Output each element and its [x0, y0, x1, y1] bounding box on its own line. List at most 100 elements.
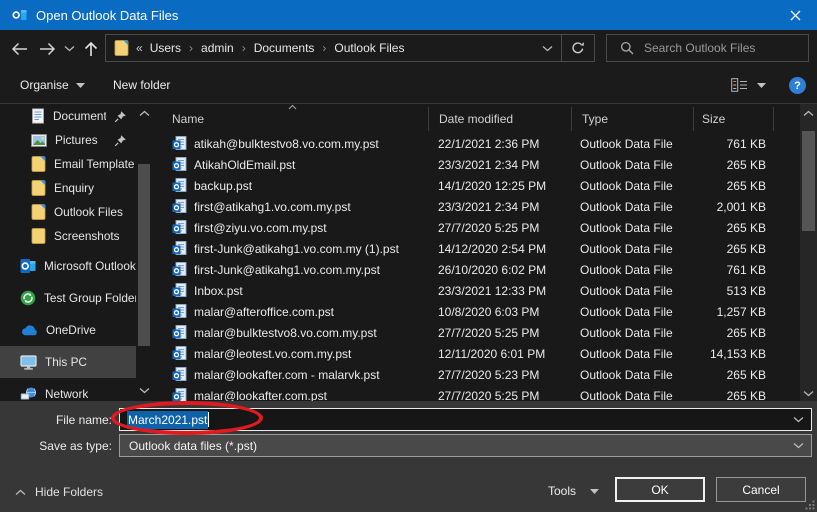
pin-icon [114, 110, 127, 123]
file-row[interactable]: AtikahOldEmail.pst23/3/2021 2:34 PMOutlo… [160, 154, 800, 175]
sidebar-item-network[interactable]: Network [0, 378, 136, 402]
sidebar-item-documents[interactable]: Documents [0, 104, 136, 128]
folder-icon [31, 228, 46, 244]
file-row[interactable]: malar@lookafter.com - malarvk.pst27/7/20… [160, 364, 800, 385]
help-button[interactable]: ? [789, 77, 806, 94]
dialog-footer: File name: March2021.pst Save as type: O… [0, 401, 817, 512]
sidebar-item-test-group-folder[interactable]: Test Group Folder [0, 282, 136, 314]
column-header-name[interactable]: Name [160, 107, 428, 131]
file-date-cell: 26/10/2020 6:02 PM [428, 263, 571, 277]
file-type-cell: Outlook Data File [571, 200, 693, 214]
back-button[interactable] [6, 30, 32, 67]
sidebar-scrollbar[interactable] [137, 104, 151, 402]
sidebar-item-this-pc[interactable]: This PC [0, 346, 136, 378]
file-row[interactable]: first@ziyu.vo.com.my.pst27/7/2020 5:25 P… [160, 217, 800, 238]
file-row[interactable]: first-Junk@atikahg1.vo.com.my.pst 26/10/2… [160, 259, 800, 280]
breadcrumb-segment-documents[interactable]: Documents [254, 41, 315, 55]
save-as-type-select[interactable]: Outlook data files (*.pst) [119, 434, 812, 457]
sidebar-item-pictures[interactable]: Pictures [0, 128, 136, 152]
breadcrumb[interactable]: « Users›admin›Documents›Outlook Files [105, 34, 595, 62]
file-list-scrollbar[interactable] [800, 104, 817, 402]
file-date-cell: 27/7/2020 5:25 PM [428, 326, 571, 340]
file-row[interactable]: malar@bulktestvo8.vo.com.my.pst27/7/2020… [160, 322, 800, 343]
sidebar-item-label: Pictures [55, 133, 98, 147]
file-name-label: File name: [0, 413, 112, 427]
scroll-down-icon[interactable] [800, 386, 817, 400]
file-list-scrollbar-thumb[interactable] [802, 131, 815, 231]
sidebar-item-label: Test Group Folder [44, 291, 136, 305]
search-input[interactable]: Search Outlook Files [606, 34, 809, 62]
hide-folders-button[interactable]: Hide Folders [15, 485, 103, 499]
breadcrumb-segment-outlook-files[interactable]: Outlook Files [334, 41, 404, 55]
save-as-type-label: Save as type: [0, 439, 112, 453]
file-row[interactable]: first@atikahg1.vo.com.my.pst23/3/2021 2:… [160, 196, 800, 217]
breadcrumb-dropdown-button[interactable] [533, 35, 561, 61]
refresh-button[interactable] [562, 35, 594, 61]
sidebar-item-email-template[interactable]: Email Template ( [0, 152, 136, 176]
file-name-text: malar@afteroffice.com.pst [194, 305, 334, 319]
tools-button[interactable]: Tools [548, 484, 599, 498]
sort-ascending-indicator [288, 104, 297, 110]
up-button[interactable] [78, 30, 104, 67]
file-name-text: first@ziyu.vo.com.my.pst [194, 221, 327, 235]
close-button[interactable] [773, 0, 817, 30]
forward-button[interactable] [34, 30, 60, 67]
file-row[interactable]: backup.pst14/1/2020 12:25 PMOutlook Data… [160, 175, 800, 196]
outlook-data-file-icon [172, 262, 187, 277]
chevron-down-icon[interactable] [793, 416, 804, 423]
file-row[interactable]: malar@leotest.vo.com.my.pst12/11/2020 6:… [160, 343, 800, 364]
new-folder-label: New folder [113, 78, 170, 92]
file-date-cell: 10/8/2020 6:03 PM [428, 305, 571, 319]
file-row[interactable]: first-Junk@atikahg1.vo.com.my (1).pst14/… [160, 238, 800, 259]
file-size-cell: 1,257 KB [693, 305, 773, 319]
sidebar-scrollbar-thumb[interactable] [138, 164, 150, 346]
outlook-data-file-icon [172, 388, 187, 402]
file-name-input[interactable]: March2021.pst [119, 408, 812, 431]
file-size-cell: 14,153 KB [693, 347, 773, 361]
sidebar-item-screenshots[interactable]: Screenshots [0, 224, 136, 248]
ok-button[interactable]: OK [615, 477, 705, 502]
breadcrumb-segment-admin[interactable]: admin [201, 41, 234, 55]
save-as-type-value: Outlook data files (*.pst) [129, 439, 257, 453]
new-folder-button[interactable]: New folder [113, 67, 170, 103]
file-row[interactable]: Inbox.pst23/3/2021 12:33 PMOutlook Data … [160, 280, 800, 301]
sidebar-item-onedrive[interactable]: OneDrive [0, 314, 136, 346]
sidebar-item-outlook-files[interactable]: Outlook Files [0, 200, 136, 224]
resize-grip-icon[interactable] [805, 500, 815, 510]
search-placeholder: Search Outlook Files [644, 41, 755, 55]
breadcrumb-segment-users[interactable]: Users [150, 41, 181, 55]
outlook-data-file-icon [172, 367, 187, 382]
file-size-cell: 265 KB [693, 389, 773, 403]
sidebar-item-microsoft-outlook[interactable]: Microsoft Outlook [0, 250, 136, 282]
file-type-cell: Outlook Data File [571, 263, 693, 277]
file-row[interactable]: malar@lookafter.com.pst27/7/2020 5:25 PM… [160, 385, 800, 402]
sidebar-item-enquiry[interactable]: Enquiry [0, 176, 136, 200]
column-header-size[interactable]: Size [693, 107, 773, 131]
file-row[interactable]: malar@afteroffice.com.pst 10/8/2020 6:03 … [160, 301, 800, 322]
organise-button[interactable]: Organise [20, 67, 85, 103]
sidebar-item-label: OneDrive [46, 323, 96, 337]
file-row[interactable]: atikah@bulktestvo8.vo.com.my.pst22/1/202… [160, 133, 800, 154]
column-header-type[interactable]: Type [571, 107, 693, 131]
file-size-cell: 265 KB [693, 326, 773, 340]
sidebar-item-label: Enquiry [54, 181, 94, 195]
file-date-cell: 14/12/2020 2:54 PM [428, 242, 571, 256]
scroll-down-icon[interactable] [137, 384, 151, 397]
view-options-button[interactable] [731, 67, 766, 103]
arrow-right-icon [39, 42, 56, 56]
recent-locations-button[interactable] [60, 30, 78, 67]
scroll-up-icon[interactable] [800, 106, 817, 120]
column-header-date-modified[interactable]: Date modified [428, 107, 571, 131]
file-size-cell: 761 KB [693, 263, 773, 277]
scroll-up-icon[interactable] [137, 107, 151, 120]
outlook-data-file-icon [172, 178, 187, 193]
cancel-button[interactable]: Cancel [716, 477, 806, 502]
picture-icon [31, 134, 47, 147]
file-name-text: malar@leotest.vo.com.my.pst [194, 347, 351, 361]
file-name-cell: malar@lookafter.com.pst [160, 388, 428, 402]
sidebar-item-label: Outlook Files [54, 205, 123, 219]
breadcrumb-overflow-marker[interactable]: « [136, 41, 143, 55]
file-name-text: first-Junk@atikahg1.vo.com.my.pst [194, 263, 380, 277]
this-pc-icon [20, 355, 37, 370]
file-date-cell: 27/7/2020 5:23 PM [428, 368, 571, 382]
